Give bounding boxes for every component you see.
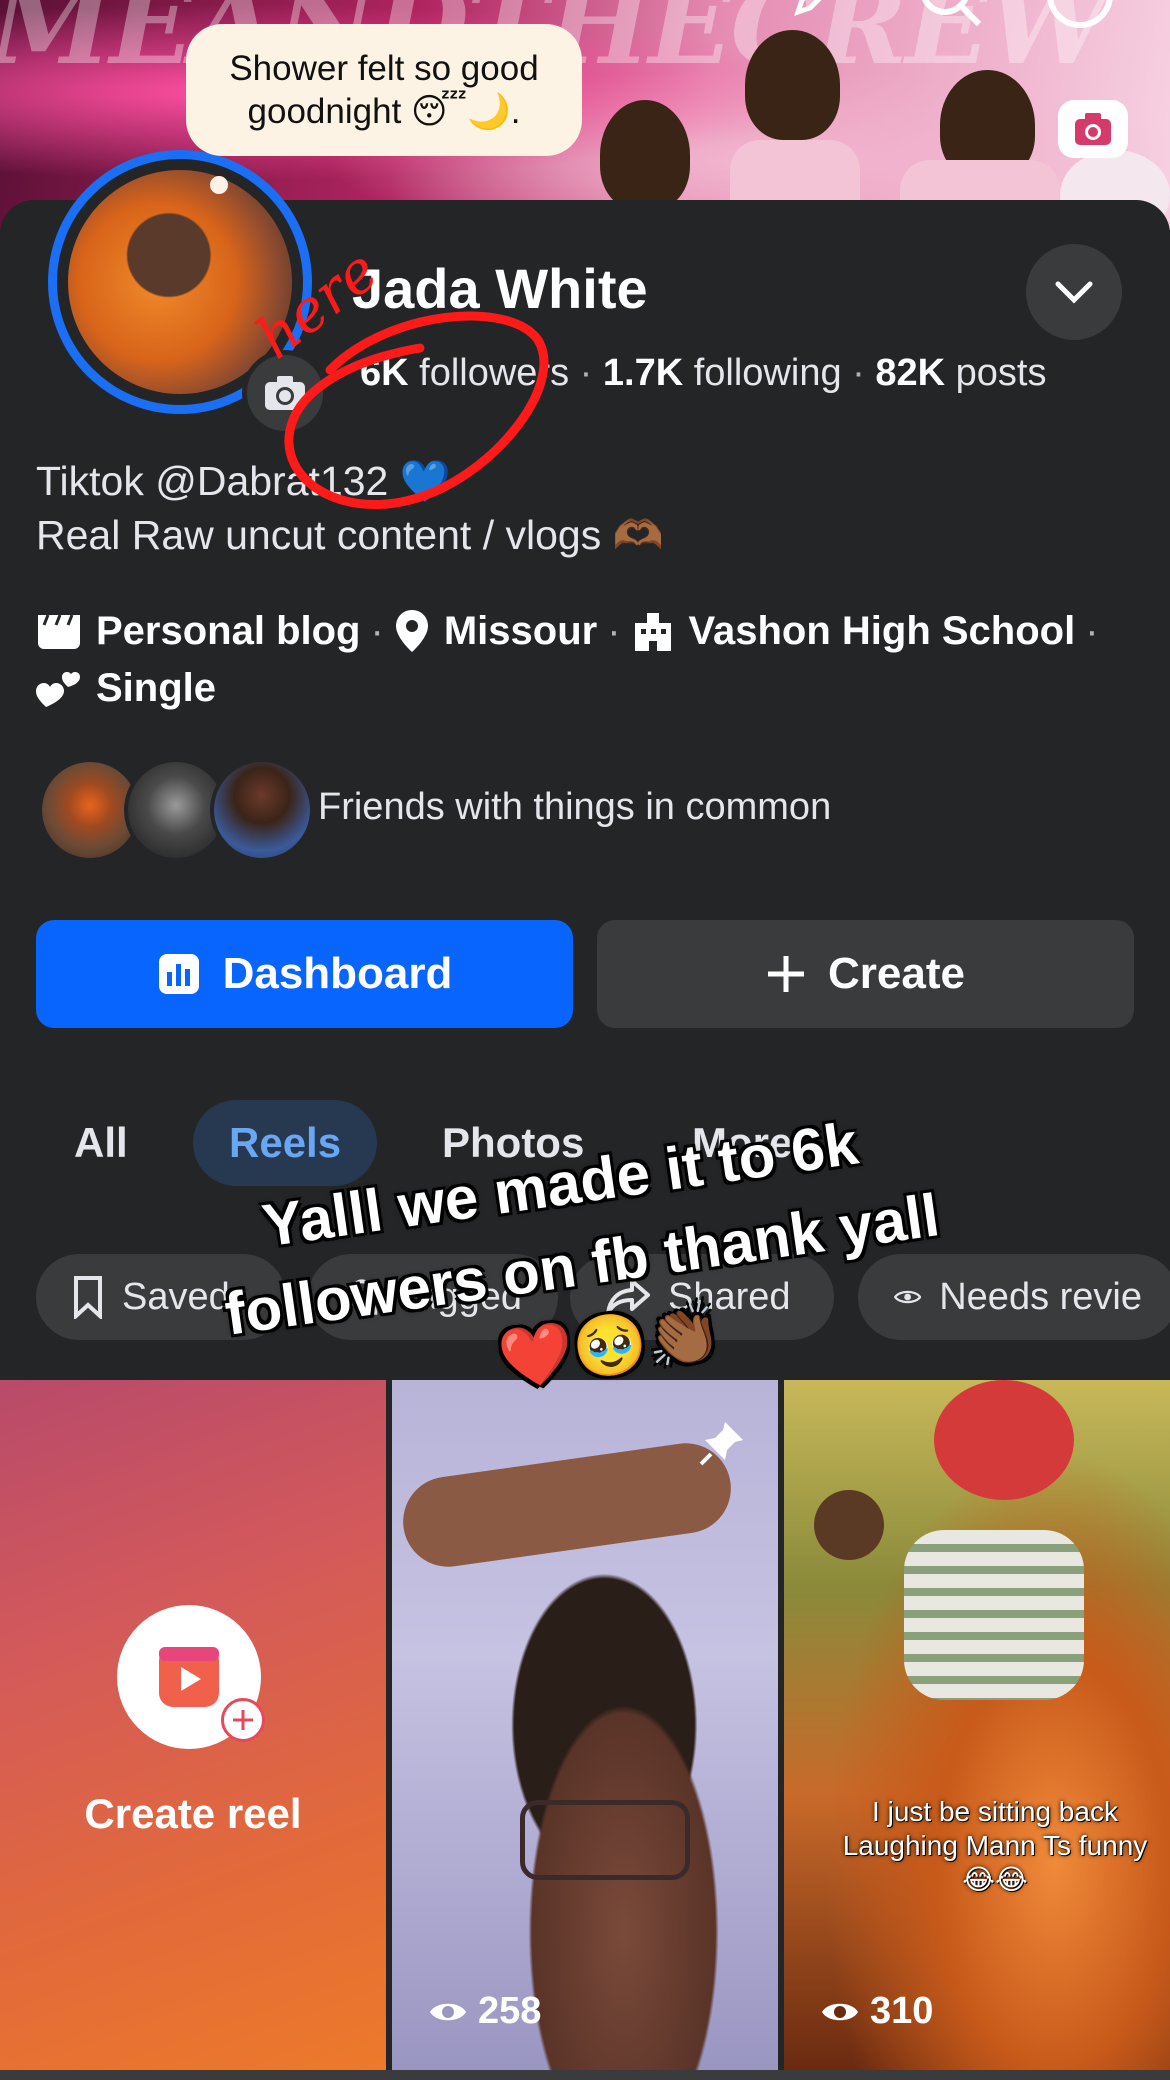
detail-school: Vashon High School bbox=[688, 608, 1076, 653]
reel-thumbnail-child bbox=[814, 1490, 884, 1560]
views-eye-icon bbox=[822, 2003, 858, 2020]
views-eye-icon bbox=[430, 2003, 466, 2020]
reel-thumbnail-arm bbox=[397, 1437, 737, 1573]
create-label: Create bbox=[828, 949, 965, 998]
posts-count: 82K posts bbox=[875, 352, 1047, 394]
dashboard-label: Dashboard bbox=[222, 949, 453, 998]
menu-icon[interactable] bbox=[36, 0, 96, 7]
profile-details-row-2: Single bbox=[36, 666, 216, 711]
cover-figure bbox=[745, 30, 840, 140]
following-link[interactable]: 1.7K following bbox=[603, 352, 842, 394]
eye-icon bbox=[894, 1290, 922, 1304]
status-line-2: goodnight 😴🌙. bbox=[247, 92, 521, 131]
reel-caption: I just be sitting back Laughing Mann Ts … bbox=[842, 1796, 1148, 1895]
plus-icon bbox=[768, 956, 805, 992]
reel-views: 310 bbox=[820, 1990, 933, 2033]
profile-options-button[interactable] bbox=[1026, 244, 1122, 340]
friends-in-common-link[interactable]: Friends with things in common bbox=[318, 786, 831, 829]
create-reel-tile[interactable]: Create reel bbox=[0, 1380, 386, 2070]
chevron-down-icon bbox=[1055, 281, 1093, 304]
friend-avatar[interactable] bbox=[210, 758, 314, 862]
detail-category: Personal blog bbox=[96, 608, 361, 653]
reel-views: 258 bbox=[428, 1990, 541, 2033]
reel-tile[interactable]: 258 bbox=[392, 1380, 778, 2070]
grid-divider bbox=[778, 1380, 784, 2080]
edit-cover-camera-button[interactable] bbox=[1058, 100, 1128, 158]
profile-menu-icon[interactable] bbox=[1045, 0, 1115, 35]
tab-reels[interactable]: Reels bbox=[193, 1100, 378, 1186]
school-icon bbox=[634, 613, 671, 651]
next-row-preview bbox=[0, 2070, 1170, 2080]
status-line-1: Shower felt so good bbox=[229, 49, 539, 88]
cover-figure bbox=[600, 100, 690, 210]
camera-icon bbox=[1075, 113, 1111, 145]
tab-all[interactable]: All bbox=[74, 1100, 128, 1186]
create-button[interactable]: Create bbox=[597, 920, 1134, 1028]
add-icon bbox=[221, 1698, 265, 1742]
grid-divider bbox=[386, 1380, 392, 2080]
profile-details-row: Personal blog · Missour · Vashon High Sc… bbox=[36, 608, 1109, 654]
chip-needs-review[interactable]: Needs revie bbox=[858, 1254, 1170, 1340]
reel-thumbnail-hat bbox=[934, 1380, 1074, 1500]
create-reel-label: Create reel bbox=[84, 1790, 302, 1837]
clapperboard-icon bbox=[38, 614, 80, 649]
edit-pencil-icon[interactable] bbox=[790, 0, 840, 25]
reel-thumbnail-shirt bbox=[904, 1530, 1084, 1700]
detail-relationship: Single bbox=[96, 666, 217, 710]
reel-thumbnail-glasses bbox=[520, 1800, 690, 1880]
reel-tile[interactable]: 310 bbox=[784, 1380, 1170, 2070]
status-bubble[interactable]: Shower felt so good goodnight 😴🌙. bbox=[186, 24, 582, 156]
detail-location: Missour bbox=[443, 608, 598, 653]
bar-chart-icon bbox=[158, 954, 199, 994]
location-pin-icon bbox=[395, 610, 428, 652]
search-icon[interactable] bbox=[915, 0, 985, 35]
bookmark-icon bbox=[74, 1276, 102, 1319]
pin-icon bbox=[697, 1418, 747, 1473]
hearts-icon bbox=[36, 671, 80, 707]
status-bubble-tail bbox=[210, 176, 228, 194]
dashboard-button[interactable]: Dashboard bbox=[36, 920, 573, 1028]
